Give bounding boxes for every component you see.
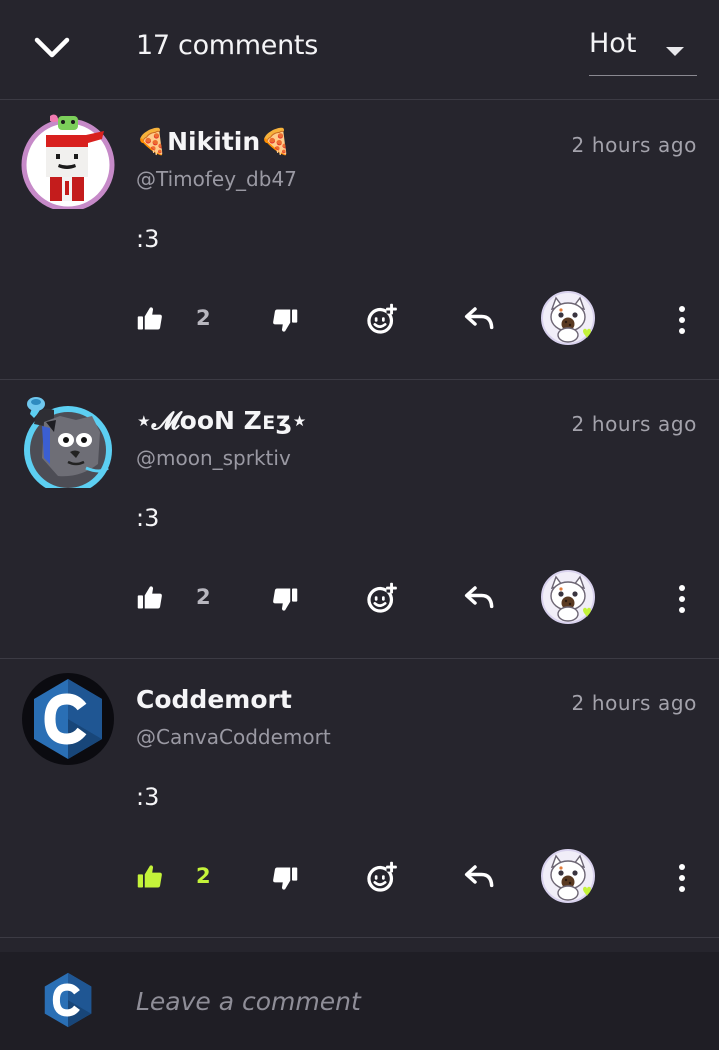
dislike-button[interactable]: [268, 303, 302, 337]
pixel-character-avatar-icon[interactable]: [20, 113, 116, 212]
comment-input[interactable]: [136, 974, 696, 1028]
c-language-logo-avatar-icon[interactable]: [20, 671, 116, 767]
like-count: 2: [196, 306, 211, 330]
like-button[interactable]: [134, 582, 166, 614]
comment-text: :3: [136, 504, 160, 532]
comment-author[interactable]: 🍕Nikitin🍕: [136, 127, 291, 157]
reply-arrow-icon: [463, 304, 497, 334]
more-options-button[interactable]: [668, 303, 696, 337]
cartoon-wolf-avatar-icon[interactable]: [20, 392, 116, 494]
sort-dropdown-value: Hot: [589, 28, 637, 59]
like-count: 2: [196, 585, 211, 609]
add-reaction-icon: [364, 859, 400, 895]
more-options-button[interactable]: [668, 861, 696, 895]
comment-composer: [0, 952, 719, 1050]
more-vertical-icon: [668, 861, 696, 895]
comment-handle[interactable]: @moon_sprktiv: [136, 446, 291, 470]
comment-actions: 2: [0, 568, 719, 628]
comments-header: 17 comments Hot: [0, 0, 719, 100]
like-button[interactable]: [134, 861, 166, 893]
comment-item: ⋆𝓜ᴏᴏN Zᴇʒ⋆ @moon_sprktiv 2 hours ago :3 …: [0, 380, 719, 659]
reaction-avatar-icon[interactable]: [541, 570, 599, 628]
add-reaction-icon: [364, 580, 400, 616]
comment-text: :3: [136, 783, 160, 811]
dislike-button[interactable]: [268, 861, 302, 895]
reply-button[interactable]: [460, 301, 500, 337]
comment-actions: 2: [0, 847, 719, 907]
more-vertical-icon: [668, 303, 696, 337]
dislike-button[interactable]: [268, 582, 302, 616]
comment-author[interactable]: ⋆𝓜ᴏᴏN Zᴇʒ⋆: [136, 406, 307, 436]
thumbs-down-icon: [271, 864, 299, 892]
reaction-avatar-icon[interactable]: [541, 291, 599, 349]
collapse-chevron-icon[interactable]: [30, 28, 74, 68]
thumbs-up-icon: [136, 863, 164, 891]
sort-dropdown[interactable]: Hot: [589, 28, 697, 76]
more-vertical-icon: [668, 582, 696, 616]
thumbs-down-icon: [271, 585, 299, 613]
current-user-avatar-icon: [37, 969, 99, 1031]
reply-button[interactable]: [460, 580, 500, 616]
add-reaction-icon: [364, 301, 400, 337]
reply-button[interactable]: [460, 859, 500, 895]
reply-arrow-icon: [463, 583, 497, 613]
comment-author[interactable]: Coddemort: [136, 685, 292, 714]
comment-count-title: 17 comments: [136, 30, 318, 61]
caret-down-icon: [665, 42, 685, 61]
reaction-avatar-icon[interactable]: [541, 849, 599, 907]
comment-item: Coddemort @CanvaCoddemort 2 hours ago :3…: [0, 659, 719, 938]
comment-timestamp: 2 hours ago: [571, 691, 697, 715]
comment-timestamp: 2 hours ago: [571, 412, 697, 436]
thumbs-up-icon: [136, 584, 164, 612]
like-count: 2: [196, 864, 211, 888]
comment-actions: 2: [0, 289, 719, 349]
add-reaction-button[interactable]: [362, 857, 402, 897]
thumbs-up-icon: [136, 305, 164, 333]
comment-timestamp: 2 hours ago: [571, 133, 697, 157]
add-reaction-button[interactable]: [362, 299, 402, 339]
reply-arrow-icon: [463, 862, 497, 892]
comment-handle[interactable]: @Timofey_db47: [136, 167, 297, 191]
add-reaction-button[interactable]: [362, 578, 402, 618]
comment-item: 🍕Nikitin🍕 @Timofey_db47 2 hours ago :3 2: [0, 101, 719, 380]
like-button[interactable]: [134, 303, 166, 335]
more-options-button[interactable]: [668, 582, 696, 616]
comment-text: :3: [136, 225, 160, 253]
thumbs-down-icon: [271, 306, 299, 334]
comment-handle[interactable]: @CanvaCoddemort: [136, 725, 331, 749]
